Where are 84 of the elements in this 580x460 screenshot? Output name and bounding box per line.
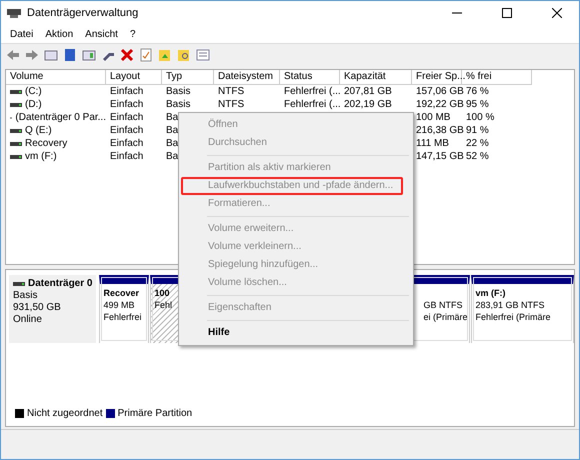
partition-text: Recover (103, 287, 139, 299)
table-cell-text: 192,22 GB (415, 98, 462, 111)
table-cell-text: 95 % (465, 98, 490, 111)
maximize-icon (502, 8, 512, 18)
partition-text: 283,91 GB NTFS (475, 299, 544, 311)
table-cell-text: 202,19 GB (343, 98, 393, 111)
table-cell-text: Fehlerfrei (... (283, 85, 340, 98)
table-cell-text: 147,15 GB (415, 150, 462, 163)
table-cell-text: Einfach (109, 98, 144, 111)
folder-up-icon[interactable] (158, 48, 172, 62)
list-icon[interactable] (196, 48, 210, 62)
table-cell-text: 157,06 GB (415, 85, 462, 98)
disk-management-icon (7, 7, 21, 19)
table-cell-text: 207,81 GB (343, 85, 393, 98)
volume-name: vm (F:) (25, 150, 57, 163)
column-header[interactable]: Layout (106, 70, 162, 85)
window-title: Datenträgerverwaltung (27, 7, 140, 19)
partition-text: Fehl (154, 299, 172, 311)
table-cell-text: 111 MB (415, 137, 450, 150)
back-arrow-icon[interactable] (6, 48, 20, 62)
table-cell-text: 100 MB (415, 111, 452, 124)
drive-icon (10, 88, 22, 94)
disk-name: Datenträger 0 (28, 278, 92, 290)
partition-text: Fehlerfrei (Primäre (475, 311, 550, 323)
disk-size: 931,50 GB (13, 302, 62, 314)
column-header[interactable]: Status (280, 70, 340, 85)
menu-item[interactable]: Ansicht (80, 28, 123, 40)
table-cell-text: Einfach (109, 124, 144, 137)
drive-icon (10, 140, 22, 146)
partition-block[interactable]: vm (F:) 283,91 GB NTFS Fehlerfrei (Primäre (471, 275, 574, 343)
column-header[interactable]: Kapazität (340, 70, 412, 85)
folder-search-icon[interactable] (177, 48, 191, 62)
volume-name: (C:) (25, 85, 42, 98)
drive-icon (10, 154, 22, 160)
volume-name: (D:) (25, 98, 42, 111)
column-header[interactable]: Volume (6, 70, 106, 85)
checklist-icon[interactable] (139, 48, 153, 62)
table-cell-text: Einfach (109, 85, 144, 98)
forward-arrow-icon[interactable] (25, 48, 39, 62)
menu-item[interactable]: Datei (5, 28, 38, 40)
partition-text: 499 MB (103, 299, 134, 311)
legend-label: Primäre Partition (118, 408, 192, 418)
column-header[interactable]: Freier Sp... (412, 70, 462, 85)
partition-text: Fehlerfrei (103, 311, 142, 323)
table-cell-text: Einfach (109, 150, 144, 163)
table-cell-text: 100 % (465, 111, 496, 124)
table-cell-text: Ba (165, 124, 180, 137)
table-cell-text: NTFS (217, 85, 246, 98)
close-icon (552, 8, 562, 18)
table-cell-text: 216,38 GB (415, 124, 462, 137)
table-cell-text: 91 % (465, 124, 490, 137)
menu-item[interactable]: Aktion (40, 28, 78, 40)
partition-text: GB NTFS (423, 299, 462, 311)
table-cell-text: Einfach (109, 111, 144, 124)
column-header[interactable]: % frei (462, 70, 532, 85)
table-cell-text: Basis (165, 98, 192, 111)
volume-name: Recovery (25, 137, 68, 150)
table-cell-text: 52 % (465, 150, 490, 163)
disk-state: Online (13, 314, 43, 326)
table-cell-text: Ba (165, 150, 180, 163)
partition-block[interactable]: Recover 499 MB Fehlerfrei (99, 275, 150, 343)
volume-name: Q (E:) (25, 124, 52, 137)
console-icon[interactable] (44, 48, 58, 62)
delete-icon[interactable] (120, 48, 134, 62)
volume-name: (Datenträger 0 Par... (15, 111, 106, 124)
table-cell-text: 76 % (465, 85, 490, 98)
partition-text: vm (F:) (475, 287, 506, 299)
drive-icon (13, 281, 25, 287)
partition-text: 100 (154, 287, 170, 299)
disk-type: Basis (13, 290, 38, 302)
menu-item[interactable]: ? (124, 28, 141, 40)
drive-icon (10, 128, 22, 134)
table-cell-text: NTFS (217, 98, 246, 111)
legend-label: Nicht zugeordnet (27, 408, 103, 418)
partition-text: ei (Primäre (423, 311, 468, 323)
table-cell-text: Einfach (109, 137, 144, 150)
column-header[interactable]: Dateisystem (214, 70, 280, 85)
help-icon[interactable] (63, 48, 77, 62)
table-cell-text: Fehlerfrei (... (283, 98, 340, 111)
console-icon[interactable] (82, 48, 96, 62)
column-header[interactable]: Typ (162, 70, 214, 85)
drive-icon (10, 102, 22, 108)
table-cell-text: Basis (165, 85, 192, 98)
table-cell-text: 22 % (465, 137, 490, 150)
